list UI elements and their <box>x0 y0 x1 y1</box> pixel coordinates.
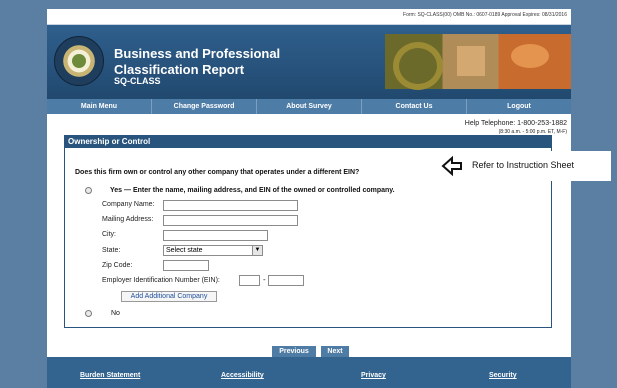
company-name-label: Company Name: <box>102 201 155 208</box>
nav-about-survey[interactable]: About Survey <box>257 99 362 114</box>
ein-suffix-input[interactable] <box>268 275 304 286</box>
header-photo-collage <box>385 34 571 90</box>
ein-prefix-input[interactable] <box>239 275 260 286</box>
help-telephone: Help Telephone: 1-800-253-1882 <box>464 120 567 127</box>
zip-code-label: Zip Code: <box>102 262 133 269</box>
page-title-line-2: Classification Report <box>114 62 245 77</box>
callout-text: Refer to Instruction Sheet <box>472 160 575 170</box>
nav-contact-us[interactable]: Contact Us <box>362 99 467 114</box>
page-title-line-1: Business and Professional <box>114 46 281 61</box>
ownership-question: Does this firm own or control any other … <box>75 169 360 176</box>
top-bar: Form: SQ-CLASS(00) OMB No.: 0607-0189 Ap… <box>47 9 571 25</box>
yes-radio-label: Yes — Enter the name, mailing address, a… <box>110 187 395 194</box>
survey-window: Form: SQ-CLASS(00) OMB No.: 0607-0189 Ap… <box>47 9 571 388</box>
next-button[interactable]: Next <box>321 346 349 357</box>
form-info-line: Form: SQ-CLASS(00) OMB No.: 0607-0189 Ap… <box>403 12 567 18</box>
nav-main-menu[interactable]: Main Menu <box>47 99 152 114</box>
ein-dash: - <box>263 275 266 284</box>
state-label: State: <box>102 247 121 254</box>
city-label: City: <box>102 231 116 238</box>
left-arrow-icon <box>441 155 462 177</box>
instruction-callout: Refer to Instruction Sheet <box>431 151 611 181</box>
security-link[interactable]: Security <box>489 372 517 379</box>
privacy-link[interactable]: Privacy <box>361 372 386 379</box>
nav-logout[interactable]: Logout <box>467 99 571 114</box>
form-code-title: SQ-CLASS <box>114 76 161 86</box>
gears-photo <box>393 42 443 90</box>
city-input[interactable] <box>163 230 268 241</box>
add-additional-company-button[interactable]: Add Additional Company <box>121 291 217 302</box>
ein-label: Employer Identification Number (EIN): <box>102 277 220 284</box>
zip-code-input[interactable] <box>163 260 209 271</box>
produce-photo <box>511 44 549 68</box>
department-seal <box>54 36 104 86</box>
no-radio-label: No <box>111 310 120 317</box>
nav-change-password[interactable]: Change Password <box>152 99 257 114</box>
accessibility-link[interactable]: Accessibility <box>221 372 264 379</box>
state-select[interactable]: Select state ▼ <box>163 245 263 256</box>
mailing-address-input[interactable] <box>163 215 298 226</box>
mailing-address-label: Mailing Address: <box>102 216 154 223</box>
company-name-input[interactable] <box>163 200 298 211</box>
previous-button[interactable]: Previous <box>272 346 316 357</box>
main-navigation: Main Menu Change Password About Survey C… <box>47 99 571 114</box>
yes-radio[interactable] <box>85 187 92 194</box>
footer-bar: Burden Statement Accessibility Privacy S… <box>47 357 571 388</box>
section-title: Ownership or Control <box>65 136 551 148</box>
state-selected-value: Select state <box>166 247 203 254</box>
burden-statement-link[interactable]: Burden Statement <box>80 372 140 379</box>
chevron-down-icon[interactable]: ▼ <box>252 246 262 255</box>
boxes-photo <box>457 46 485 76</box>
seal-emblem <box>72 54 86 68</box>
no-radio[interactable] <box>85 310 92 317</box>
header-banner: Business and Professional Classification… <box>47 25 571 99</box>
